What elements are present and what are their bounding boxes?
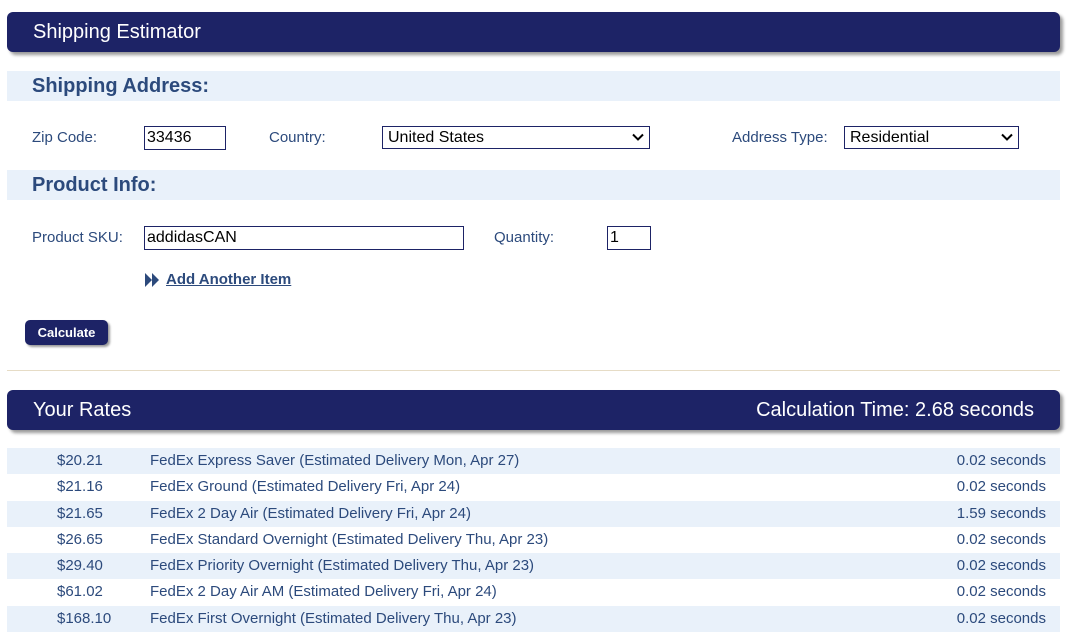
- rates-title: Your Rates: [33, 399, 132, 421]
- rate-service: FedEx Express Saver (Estimated Delivery …: [150, 452, 520, 469]
- rate-row: $61.02 FedEx 2 Day Air AM (Estimated Del…: [7, 579, 1060, 605]
- quantity-input[interactable]: [607, 226, 651, 250]
- rate-row: $20.21 FedEx Express Saver (Estimated De…: [7, 448, 1060, 475]
- rate-price: $21.65: [57, 504, 103, 522]
- country-label: Country:: [269, 129, 326, 146]
- zip-code-label: Zip Code:: [32, 129, 98, 146]
- rate-row: $21.65 FedEx 2 Day Air (Estimated Delive…: [7, 500, 1060, 527]
- rate-service: FedEx Priority Overnight (Estimated Deli…: [150, 557, 535, 575]
- header-bar: Shipping Estimator: [7, 12, 1060, 52]
- chevron-down-icon: [632, 133, 644, 141]
- product-info-heading: Product Info:: [7, 170, 1060, 200]
- rate-price: $29.40: [57, 557, 103, 575]
- rates-header-bar: Your Rates Calculation Time: 2.68 second…: [7, 390, 1060, 430]
- calculate-button[interactable]: Calculate: [25, 320, 108, 345]
- quantity-label: Quantity:: [494, 229, 555, 246]
- add-another-item-label: Add Another Item: [166, 271, 292, 288]
- calculation-time: Calculation Time: 2.68 seconds: [756, 399, 1034, 421]
- shipping-address-heading: Shipping Address:: [7, 71, 1060, 101]
- rates-table: $20.21 FedEx Express Saver (Estimated De…: [7, 448, 1060, 633]
- rate-time: 0.02 seconds: [956, 478, 1046, 496]
- rate-service: FedEx First Overnight (Estimated Deliver…: [150, 609, 517, 627]
- rate-service: FedEx 2 Day Air (Estimated Delivery Fri,…: [150, 504, 471, 522]
- rate-time: 0.02 seconds: [956, 609, 1046, 627]
- rate-service: FedEx Standard Overnight (Estimated Deli…: [150, 530, 549, 548]
- rate-row: $168.10 FedEx First Overnight (Estimated…: [7, 605, 1060, 633]
- rate-time: 0.02 seconds: [956, 530, 1046, 548]
- rate-service: FedEx Ground (Estimated Delivery Fri, Ap…: [150, 478, 461, 496]
- rate-time: 0.02 seconds: [956, 583, 1046, 601]
- rate-time: 0.02 seconds: [956, 452, 1046, 469]
- divider: [7, 370, 1060, 371]
- rate-price: $20.21: [57, 452, 103, 469]
- chevron-down-icon: [1001, 133, 1013, 141]
- address-type-select[interactable]: Residential: [844, 126, 1019, 149]
- page-title: Shipping Estimator: [33, 21, 201, 43]
- add-another-item-link[interactable]: Add Another Item: [145, 271, 291, 288]
- rate-row: $29.40 FedEx Priority Overnight (Estimat…: [7, 553, 1060, 580]
- rate-row: $26.65 FedEx Standard Overnight (Estimat…: [7, 527, 1060, 553]
- rate-row: $21.16 FedEx Ground (Estimated Delivery …: [7, 474, 1060, 500]
- rate-price: $21.16: [57, 478, 103, 496]
- rate-service: FedEx 2 Day Air AM (Estimated Delivery F…: [150, 583, 497, 601]
- rate-price: $61.02: [57, 583, 103, 601]
- rate-time: 1.59 seconds: [956, 504, 1046, 522]
- product-sku-input[interactable]: [144, 226, 464, 250]
- zip-code-input[interactable]: [144, 126, 226, 150]
- country-select-value: United States: [388, 129, 485, 146]
- address-type-select-value: Residential: [850, 129, 930, 146]
- address-type-label: Address Type:: [732, 129, 828, 146]
- rate-price: $26.65: [57, 530, 103, 548]
- country-select[interactable]: United States: [382, 126, 650, 149]
- product-sku-label: Product SKU:: [32, 229, 123, 246]
- rate-price: $168.10: [57, 609, 112, 627]
- double-chevron-right-icon: [145, 272, 159, 287]
- rate-time: 0.02 seconds: [956, 557, 1046, 575]
